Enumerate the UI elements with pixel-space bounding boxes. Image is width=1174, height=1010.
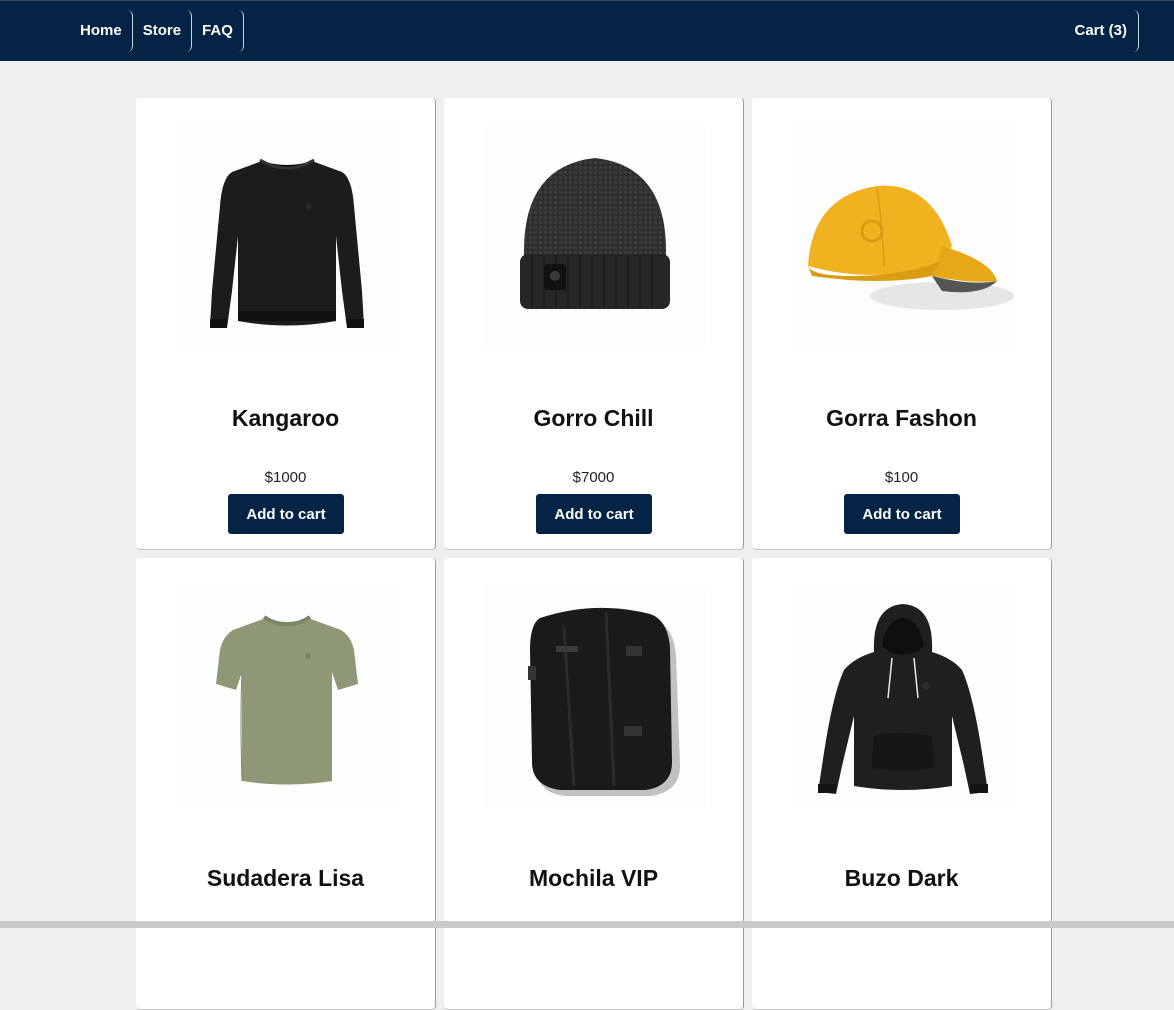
product-card: Kangaroo $1000 Add to cart xyxy=(136,98,436,550)
product-name: Sudadera Lisa xyxy=(206,865,365,891)
product-price: $7000 xyxy=(572,469,615,486)
product-grid: Kangaroo $1000 Add to cart Gorro Chill $… xyxy=(136,98,1054,1010)
nav-home-link[interactable]: Home xyxy=(70,10,133,52)
add-to-cart-button[interactable]: Add to cart xyxy=(536,494,652,534)
cart-link[interactable]: Cart (3) xyxy=(1066,10,1139,52)
nav-links: Home Store FAQ xyxy=(70,10,244,52)
nav-store-link[interactable]: Store xyxy=(133,10,193,52)
hoodie-image xyxy=(792,586,1014,808)
product-name: Buzo Dark xyxy=(844,865,959,891)
product-card: Gorro Chill $7000 Add to cart xyxy=(444,98,744,550)
add-to-cart-button[interactable]: Add to cart xyxy=(844,494,960,534)
nav-faq-link[interactable]: FAQ xyxy=(192,10,244,52)
product-name: Gorro Chill xyxy=(533,405,654,431)
sweater-image xyxy=(176,126,398,348)
product-price: $100 xyxy=(884,469,919,486)
product-price: $1000 xyxy=(264,469,307,486)
horizontal-scrollbar[interactable] xyxy=(0,921,1174,928)
beanie-image xyxy=(484,126,706,348)
nav-right: Cart (3) xyxy=(1066,10,1139,52)
product-card: Gorra Fashon $100 Add to cart xyxy=(752,98,1052,550)
product-card: Buzo Dark xyxy=(752,558,1052,1010)
tshirt-image xyxy=(176,586,398,808)
product-name: Kangaroo xyxy=(231,405,340,431)
cap-image xyxy=(792,126,1014,348)
backpack-image xyxy=(484,586,706,808)
product-card: Mochila VIP xyxy=(444,558,744,1010)
top-navbar: Home Store FAQ Cart (3) xyxy=(0,0,1174,61)
add-to-cart-button[interactable]: Add to cart xyxy=(228,494,344,534)
product-name: Gorra Fashon xyxy=(826,405,977,431)
product-card: Sudadera Lisa xyxy=(136,558,436,1010)
product-name: Mochila VIP xyxy=(528,865,659,891)
